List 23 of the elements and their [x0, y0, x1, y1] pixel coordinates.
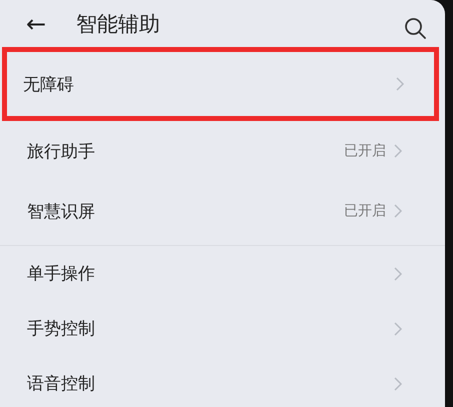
chevron-right-icon	[394, 204, 402, 218]
item-label: 单手操作	[27, 263, 95, 285]
item-label: 旅行助手	[27, 140, 95, 162]
settings-item[interactable]: 手势控制	[0, 301, 445, 356]
chevron-right-icon	[394, 266, 402, 280]
settings-item[interactable]: 智慧识屏 已开启	[0, 181, 445, 241]
settings-item[interactable]: 无障碍	[2, 47, 439, 121]
item-status: 已开启	[344, 202, 386, 220]
page-title: 智能辅助	[76, 10, 161, 38]
chevron-right-icon	[394, 322, 402, 336]
chevron-right-icon	[394, 376, 402, 390]
settings-item[interactable]: 旅行助手 已开启	[0, 121, 445, 181]
item-label: 智慧识屏	[27, 200, 95, 222]
chevron-right-icon	[396, 77, 404, 91]
settings-item[interactable]: 语音控制	[0, 356, 445, 407]
item-status: 已开启	[344, 142, 386, 160]
chevron-right-icon	[394, 144, 402, 158]
item-label: 语音控制	[27, 373, 95, 395]
back-button[interactable]: ←	[26, 10, 76, 38]
item-label: 无障碍	[23, 74, 74, 96]
item-label: 手势控制	[27, 318, 95, 340]
search-icon[interactable]	[403, 16, 427, 40]
settings-item[interactable]: 单手操作	[0, 246, 445, 301]
